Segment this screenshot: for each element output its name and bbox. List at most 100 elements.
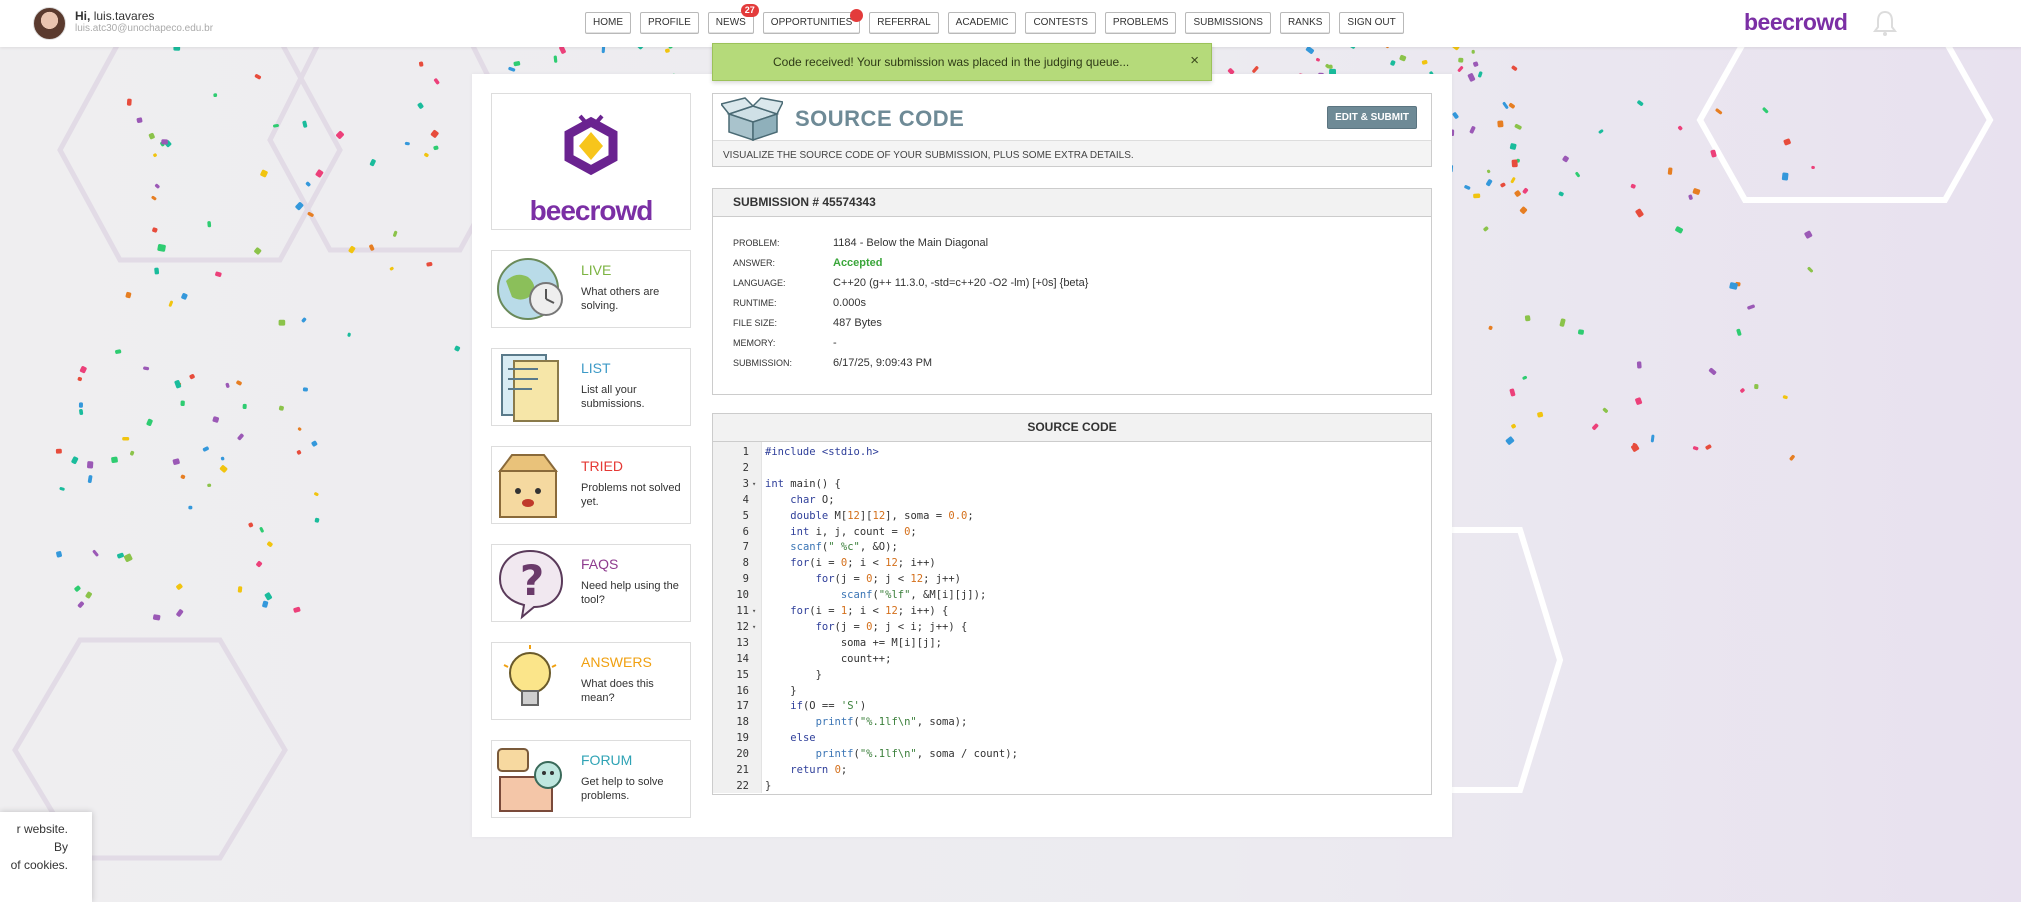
nav-news[interactable]: NEWS 27 [707, 4, 759, 34]
confetti-piece [122, 437, 130, 441]
sidebar-tried-desc: Problems not solved yet. [581, 482, 681, 508]
cookie-text-1: r website. By [16, 822, 68, 854]
nav-opportunities-label: OPPORTUNITIES [770, 17, 853, 28]
line-number: 17 [736, 700, 749, 713]
sad-box-icon [498, 454, 558, 518]
confetti-piece [154, 267, 160, 275]
bell-icon[interactable] [1870, 8, 1900, 38]
logo-text: beecrowd [529, 195, 654, 226]
nav-profile[interactable]: PROFILE [640, 12, 699, 34]
main-content: beecrowd LIVE What others are solving. L… [472, 74, 1452, 837]
sidebar-answers-title: ANSWERS [581, 654, 652, 670]
sidebar-item-live[interactable]: LIVE What others are solving. [491, 250, 691, 328]
confetti-piece [111, 456, 118, 463]
close-icon[interactable]: × [1190, 52, 1199, 69]
nav-referral[interactable]: REFERRAL [869, 12, 939, 34]
notification-dot [850, 9, 864, 22]
line-number: 3 [742, 477, 749, 490]
detail-value: 0.000s [833, 297, 867, 309]
sidebar-faqs-title: FAQS [581, 556, 619, 572]
line-number: 19 [736, 732, 749, 745]
globe-icon [497, 258, 563, 320]
line-number: 18 [736, 716, 749, 729]
news-count-badge: 27 [740, 4, 759, 17]
confetti-piece [278, 319, 286, 326]
code-text: printf("%.1lf\n", soma / count); [815, 748, 1018, 761]
detail-value: 6/17/25, 9:09:43 PM [833, 357, 933, 369]
nav-submissions[interactable]: SUBMISSIONS [1185, 12, 1271, 34]
line-number: 11 [736, 605, 749, 617]
confetti-piece [1754, 384, 1759, 390]
code-text: soma += M[i][j]; [765, 636, 943, 649]
line-number: 1 [742, 446, 749, 458]
code-text: } [765, 668, 822, 681]
line-number: 15 [736, 668, 749, 681]
brand-logo[interactable]: beecrowd [1744, 9, 1848, 36]
confetti-piece [55, 448, 62, 454]
page-title: SOURCE CODE [795, 106, 965, 131]
nav-academic-label: ACADEMIC [955, 17, 1009, 28]
nav-problems-label: PROBLEMS [1112, 17, 1169, 28]
sidebar-tried-title: TRIED [581, 458, 623, 474]
code-text: int main() { [765, 477, 841, 490]
submission-details: SUBMISSION # 45574343 PROBLEM: 1184 - Bel… [712, 188, 1432, 395]
user-name[interactable]: luis.tavares [94, 9, 155, 23]
confetti-piece [1577, 329, 1584, 335]
confetti-piece [302, 387, 308, 392]
code-text: for(j = 0; j < 12; j++) [815, 573, 962, 586]
question-bubble-icon: ? [498, 549, 564, 620]
line-number: 5 [742, 509, 749, 522]
nav-contests[interactable]: CONTESTS [1025, 12, 1096, 34]
nav-ranks-label: RANKS [1287, 17, 1323, 28]
nav-contests-label: CONTESTS [1033, 17, 1088, 28]
fold-arrow-icon[interactable]: ▾ [752, 476, 756, 492]
sidebar-item-forum[interactable]: FORUM Get help to solve problems. [491, 740, 691, 818]
line-number: 8 [742, 557, 749, 570]
edit-submit-button[interactable]: EDIT & SUBMIT [1327, 106, 1417, 129]
nav-home[interactable]: HOME [585, 12, 631, 34]
source-code-panel: SOURCE CODE 1 #include <stdio.h> 2 3 ▾ int ma… [712, 413, 1432, 795]
line-number: 2 [742, 461, 749, 474]
top-bar: Hi, luis.tavares luis.atc30@unochapeco.e… [0, 0, 2021, 47]
fold-arrow-icon[interactable]: ▾ [752, 619, 756, 635]
confetti-piece [87, 461, 94, 469]
sidebar-list-title: LIST [581, 360, 611, 376]
sidebar-item-answers[interactable]: ANSWERS What does this mean? [491, 642, 691, 720]
sidebar-item-list[interactable]: LIST List all your submissions. [491, 348, 691, 426]
svg-text:?: ? [520, 556, 544, 605]
nav-problems[interactable]: PROBLEMS [1104, 12, 1177, 34]
line-number: 6 [742, 525, 749, 538]
problem-link[interactable]: 1184 - Below the Main Diagonal [833, 237, 988, 249]
nav-profile-label: PROFILE [648, 17, 691, 28]
line-number: 4 [742, 493, 749, 506]
nav-sign-out[interactable]: SIGN OUT [1339, 12, 1404, 34]
detail-label: PROBLEM: [733, 238, 780, 248]
nav-opportunities[interactable]: OPPORTUNITIES [762, 9, 864, 34]
confetti-piece [1471, 49, 1475, 54]
sidebar-live-title: LIVE [581, 262, 612, 278]
confetti-piece [1458, 57, 1464, 63]
confetti-piece [237, 586, 243, 593]
nav-referral-label: REFERRAL [877, 17, 931, 28]
nav-ranks[interactable]: RANKS [1279, 12, 1331, 34]
code-text: else [790, 732, 816, 745]
beecrowd-logo-box[interactable]: beecrowd [491, 93, 691, 230]
code-text: scanf(" %c", &O); [790, 541, 898, 554]
toast-message: Code received! Your submission was place… [773, 55, 1130, 69]
confetti-piece [1524, 315, 1531, 322]
sidebar-item-faqs[interactable]: ? FAQS Need help using the tool? [491, 544, 691, 622]
sidebar-faqs-desc: Need help using the tool? [581, 580, 679, 606]
main-nav: HOME PROFILE NEWS 27 OPPORTUNITIES REFERR… [585, 4, 1404, 34]
confetti-piece [242, 403, 247, 410]
avatar[interactable] [33, 7, 66, 40]
confetti-piece [161, 139, 168, 145]
cookie-banner: r website. By of cookies. [0, 812, 92, 902]
code-text: return 0; [790, 764, 848, 776]
sidebar-item-tried[interactable]: TRIED Problems not solved yet. [491, 446, 691, 524]
confetti-piece [1511, 159, 1518, 168]
nav-academic[interactable]: ACADEMIC [947, 12, 1017, 34]
confetti-piece [126, 98, 132, 106]
line-number: 16 [736, 684, 749, 697]
submission-header: SUBMISSION # 45574343 [713, 189, 1431, 217]
fold-arrow-icon[interactable]: ▾ [752, 603, 756, 619]
